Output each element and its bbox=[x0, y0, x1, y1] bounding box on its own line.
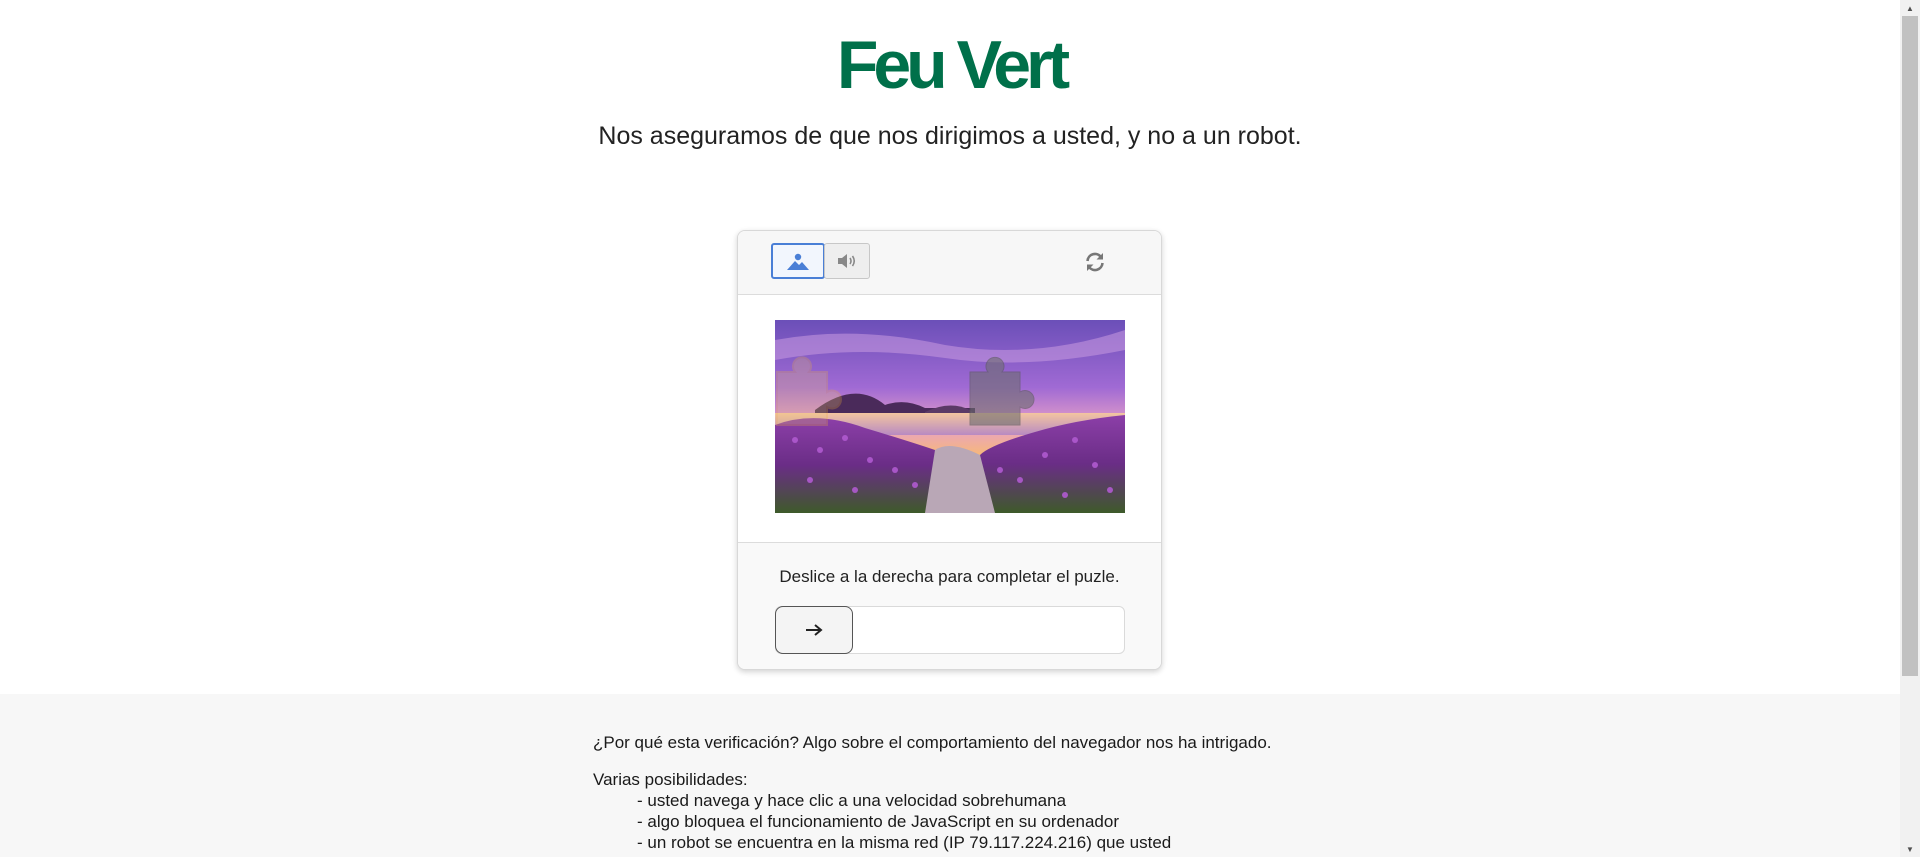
captcha-footer: Deslice a la derecha para completar el p… bbox=[738, 543, 1161, 669]
refresh-icon bbox=[1086, 252, 1104, 272]
page-headline: Nos aseguramos de que nos dirigimos a us… bbox=[598, 122, 1302, 150]
captcha-widget: Deslice a la derecha para completar el p… bbox=[737, 230, 1162, 670]
audio-mode-button[interactable] bbox=[824, 243, 870, 279]
scroll-thumb[interactable] bbox=[1902, 16, 1918, 676]
info-list-title: Varias posibilidades: bbox=[593, 770, 748, 789]
info-section: ¿Por qué esta verificación? Algo sobre e… bbox=[0, 694, 1900, 857]
vertical-scrollbar[interactable]: ▲ ▼ bbox=[1900, 0, 1920, 857]
arrow-right-icon bbox=[806, 624, 823, 636]
scroll-up-arrow-icon[interactable]: ▲ bbox=[1900, 0, 1920, 16]
slider-track[interactable] bbox=[775, 606, 1125, 654]
refresh-button[interactable] bbox=[1082, 249, 1108, 275]
slider-instruction: Deslice a la derecha para completar el p… bbox=[779, 567, 1120, 586]
speaker-icon bbox=[838, 254, 856, 268]
slider-handle[interactable] bbox=[775, 606, 853, 654]
list-item: - un robot se encuentra en la misma red … bbox=[637, 833, 1172, 852]
puzzle-image bbox=[775, 320, 1125, 513]
image-icon bbox=[787, 253, 809, 270]
list-item: - algo bloquea el funcionamiento de Java… bbox=[637, 812, 1119, 831]
captcha-header bbox=[738, 231, 1161, 295]
scroll-down-arrow-icon[interactable]: ▼ bbox=[1900, 841, 1920, 857]
svg-text:Feu Vert: Feu Vert bbox=[837, 30, 1070, 100]
captcha-body bbox=[738, 295, 1161, 543]
info-question: ¿Por qué esta verificación? Algo sobre e… bbox=[593, 733, 1272, 752]
image-mode-button[interactable] bbox=[771, 243, 825, 279]
info-text: ¿Por qué esta verificación? Algo sobre e… bbox=[593, 732, 1353, 853]
feu-vert-logo: Feu Vert bbox=[837, 30, 1075, 100]
info-list: - usted navega y hace clic a una velocid… bbox=[593, 790, 1353, 853]
list-item: - usted navega y hace clic a una velocid… bbox=[637, 791, 1067, 810]
page: Feu Vert Nos aseguramos de que nos dirig… bbox=[0, 0, 1900, 857]
